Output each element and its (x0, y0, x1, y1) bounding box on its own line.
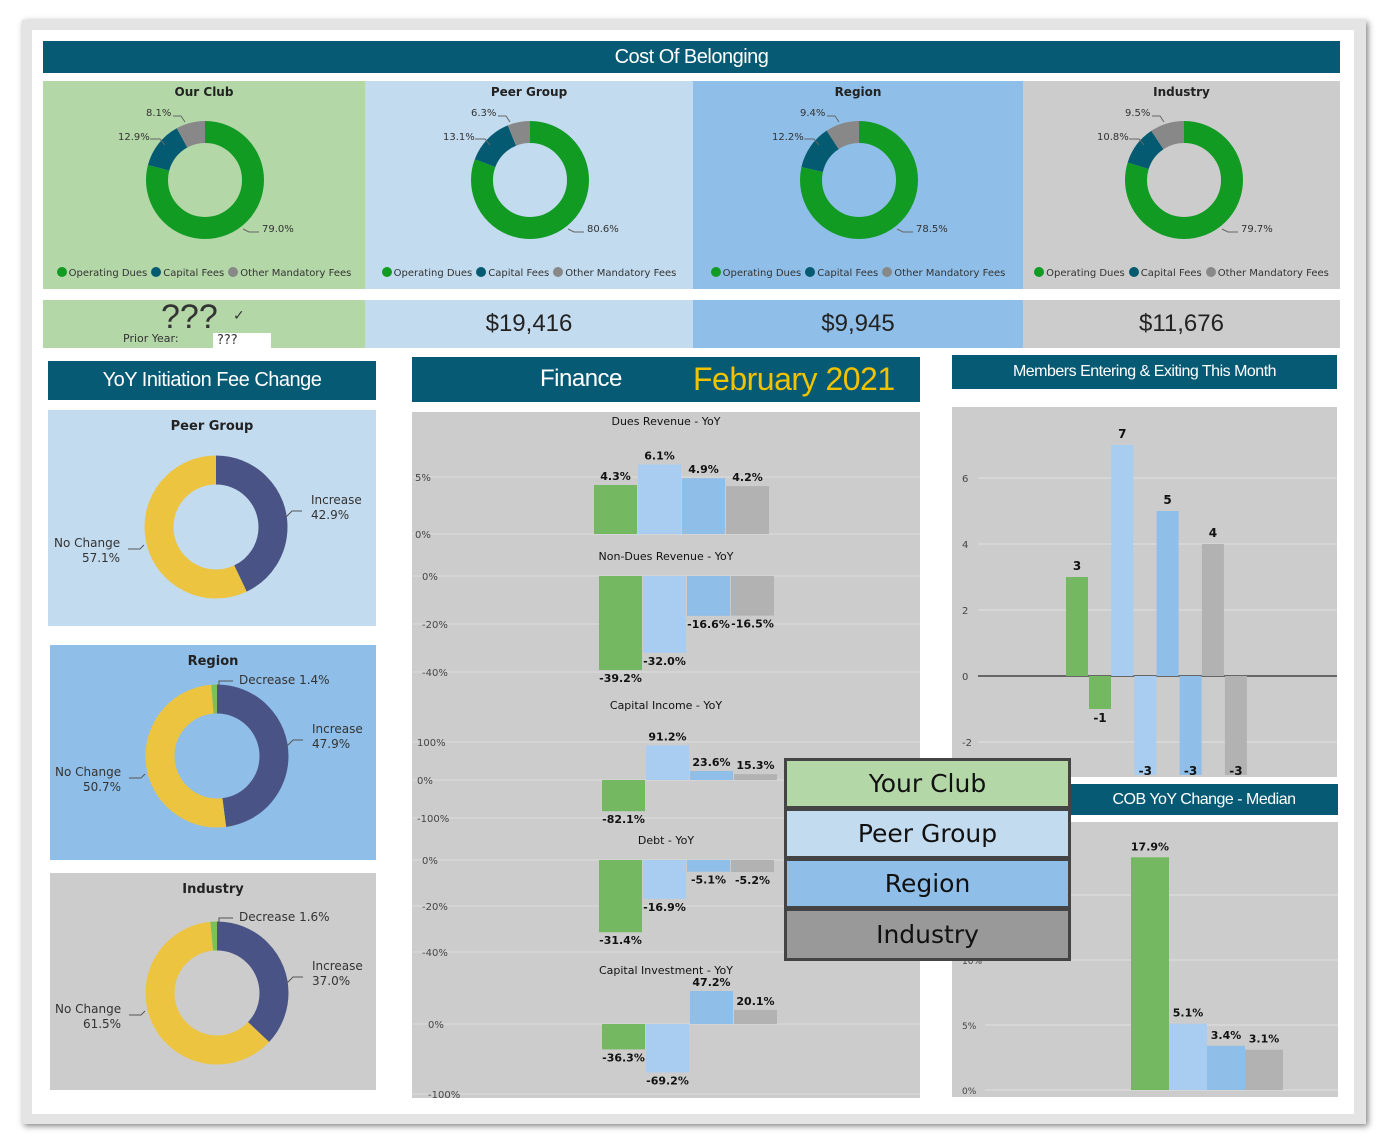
charts-layer: Dues Revenue - YoY 5% 0% 4.3% 6.1% 4.9% 4.2% No… (412, 415, 1338, 1101)
y-tick-label: 0 (962, 672, 968, 683)
y-tick-label: -40% (422, 668, 448, 679)
bar-region (682, 478, 725, 534)
y-tick-label: 6 (962, 474, 968, 485)
exiting-bar-peer-group (1134, 676, 1157, 775)
entering-bar-industry (1201, 544, 1224, 676)
legend-peer-group: Peer Group (784, 808, 1071, 859)
data-label: -16.9% (643, 901, 686, 914)
data-label: 6.1% (644, 449, 675, 462)
bar-peer-group (643, 576, 686, 653)
y-tick-label: 0% (422, 856, 438, 867)
chart-title: Capital Income - YoY (610, 699, 722, 712)
data-label: 47.2% (692, 976, 730, 989)
data-label: -69.2% (646, 1074, 689, 1087)
bar-your-club (594, 484, 637, 534)
data-label: 4.2% (732, 471, 763, 484)
y-tick-label: 5% (415, 473, 431, 484)
entering-bar-your-club (1066, 577, 1088, 676)
data-label: 5.1% (1173, 1007, 1204, 1020)
data-label: 91.2% (648, 730, 686, 743)
bar-your-club (602, 1024, 645, 1050)
y-tick-label: -20% (422, 620, 448, 631)
bar-industry (734, 774, 777, 780)
bar-region (687, 860, 730, 872)
data-label: -3 (1139, 764, 1152, 778)
bar-peer-group (1169, 1023, 1207, 1090)
exiting-bar-region (1179, 676, 1202, 775)
chart-title: Dues Revenue - YoY (611, 415, 720, 428)
y-tick-label: 100% (417, 738, 446, 749)
data-label: 20.1% (736, 995, 774, 1008)
bar-your-club (1131, 857, 1169, 1090)
chart-title: Non-Dues Revenue - YoY (599, 550, 734, 563)
data-label: 7 (1118, 427, 1126, 441)
data-label: 23.6% (692, 756, 730, 769)
y-tick-label: 2 (962, 606, 968, 617)
data-label: -36.3% (602, 1051, 645, 1064)
bar-peer-group (643, 860, 686, 899)
data-label: -39.2% (599, 672, 642, 685)
data-label: 3.4% (1211, 1029, 1242, 1042)
y-tick-label: -100% (428, 1090, 460, 1101)
bar-peer-group (646, 1024, 689, 1073)
bar-industry (731, 576, 774, 616)
data-label: -3 (1184, 764, 1197, 778)
y-tick-label: 0% (415, 530, 431, 541)
data-label: 15.3% (736, 759, 774, 772)
y-tick-label: -100% (417, 814, 449, 825)
data-label: 3 (1073, 559, 1081, 573)
data-label: -5.2% (735, 874, 770, 887)
data-label: 3.1% (1249, 1033, 1280, 1046)
bar-your-club (602, 780, 645, 812)
bar-region (690, 990, 733, 1024)
legend-industry: Industry (784, 908, 1071, 961)
bar-industry (731, 860, 774, 872)
data-label: 4 (1209, 526, 1217, 540)
y-tick-label: -2 (962, 738, 972, 749)
y-tick-label: -40% (422, 948, 448, 959)
bar-industry (734, 1009, 777, 1024)
data-label: -5.1% (691, 874, 726, 887)
bar-your-club (599, 860, 642, 933)
data-label: 4.3% (600, 470, 631, 483)
bar-industry (1245, 1049, 1283, 1090)
y-tick-label: 0% (428, 1020, 444, 1031)
data-label: 5 (1163, 493, 1171, 507)
exiting-bar-your-club (1089, 676, 1111, 709)
data-label: -82.1% (602, 813, 645, 826)
data-label: -16.5% (731, 618, 774, 631)
entering-bar-region (1156, 511, 1179, 676)
y-tick-label: 0% (962, 1087, 977, 1097)
y-tick-label: 0% (417, 776, 433, 787)
legend-region: Region (784, 858, 1071, 909)
bar-your-club (599, 576, 642, 671)
data-label: -1 (1093, 711, 1106, 725)
data-label: -3 (1229, 764, 1242, 778)
bar-region (690, 771, 733, 780)
bar-region (1207, 1045, 1245, 1090)
bar-region (687, 576, 730, 616)
y-tick-label: -20% (422, 902, 448, 913)
bar-industry (726, 486, 769, 534)
data-label: -32.0% (643, 655, 686, 668)
legend-your-club: Your Club (784, 758, 1071, 809)
chart-title: Debt - YoY (638, 834, 694, 847)
entering-bar-peer-group (1111, 445, 1134, 676)
data-label: 17.9% (1131, 840, 1169, 853)
data-label: -31.4% (599, 934, 642, 947)
exiting-bar-industry (1224, 676, 1247, 775)
data-label: 4.9% (688, 463, 719, 476)
y-tick-label: 0% (422, 572, 438, 583)
y-tick-label: 4 (962, 540, 968, 551)
bar-peer-group (638, 464, 681, 534)
bar-peer-group (646, 745, 689, 780)
data-label: -16.6% (687, 618, 730, 631)
y-tick-label: 5% (962, 1022, 977, 1032)
